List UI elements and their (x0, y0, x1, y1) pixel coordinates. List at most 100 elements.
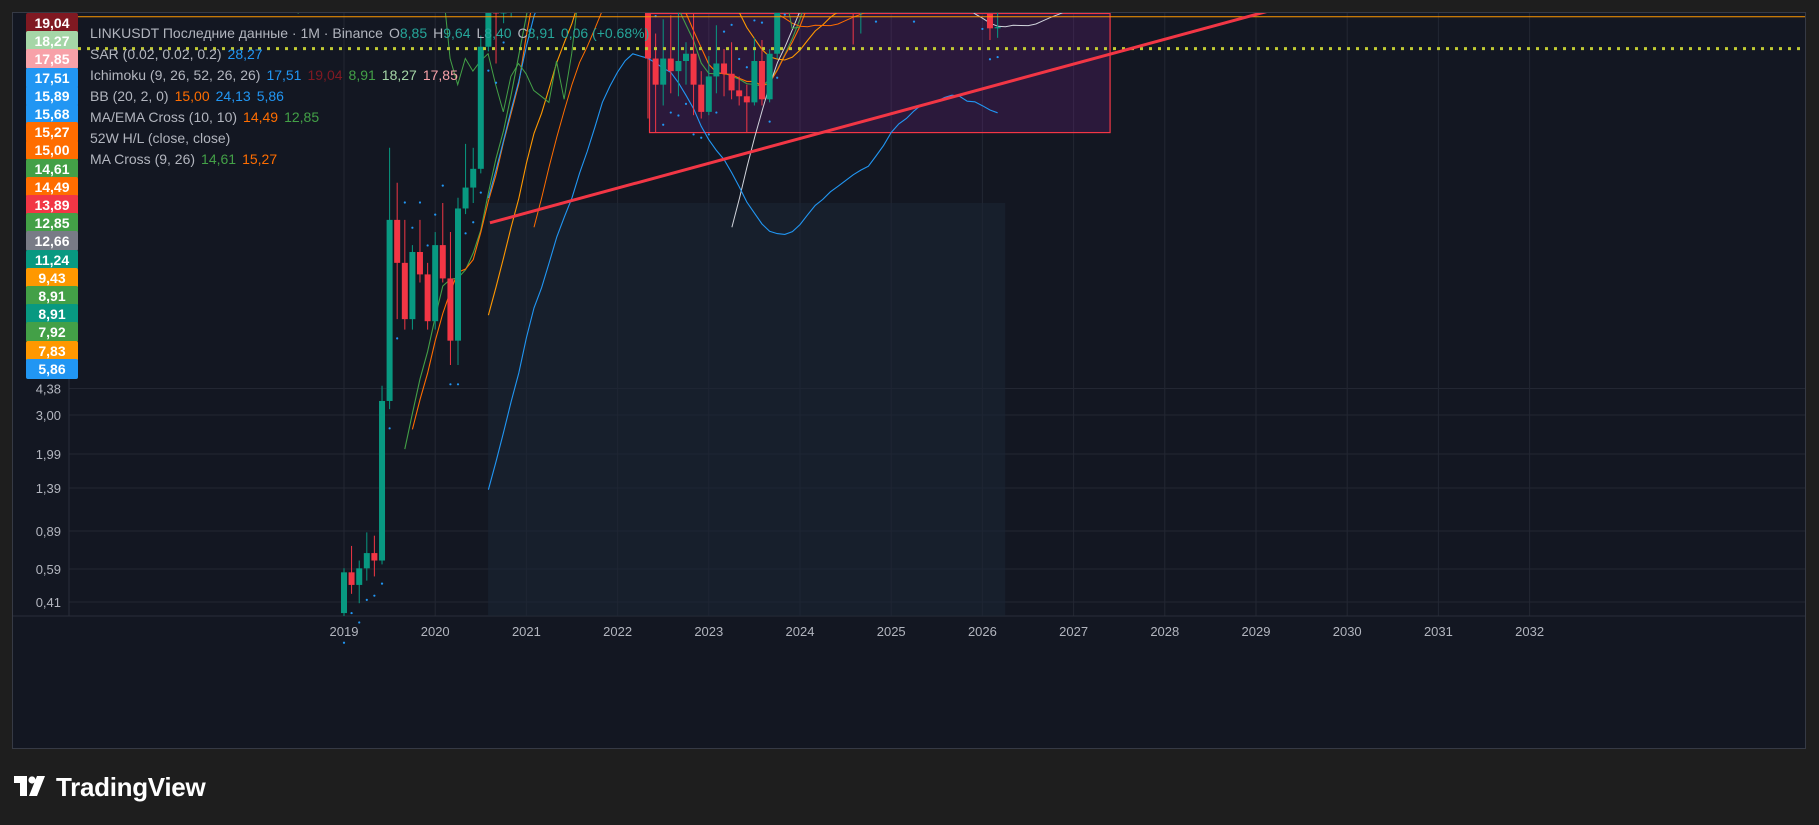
chart-frame[interactable]: 2019 2020 2021 2022 2023 2024 2025 2026 2027 2028… (12, 12, 1806, 749)
price-badge: 13,89 (26, 195, 78, 215)
indicator-name: BB (20, 2, 0) (90, 88, 169, 104)
symbol-info-item: 8,85 (399, 25, 428, 41)
candle-body (728, 73, 735, 91)
candle-body (371, 553, 378, 561)
symbol-info-item: H (433, 25, 444, 41)
indicator-value: 14,61 (201, 151, 237, 167)
price-badge: 12,85 (26, 213, 78, 234)
y-tick-label: 0,41 (36, 595, 61, 610)
symbol-info-row[interactable]: LINKUSDT Последние данные · 1M · Binance… (90, 23, 655, 44)
sar-dot (365, 598, 368, 601)
symbol-info-item: 9,64 (443, 25, 471, 41)
background-shading (488, 203, 1006, 616)
indicator-value: 24,13 (215, 88, 251, 104)
price-badge: 8,91 (26, 304, 78, 325)
candle-body (401, 262, 408, 320)
price-badge: 17,85 (26, 49, 78, 70)
candle-body (447, 278, 454, 341)
price-badge: 7,83 (26, 340, 78, 361)
candle-body (713, 63, 720, 77)
y-tick-label: 4,38 (36, 382, 61, 397)
candle-body (698, 84, 705, 112)
indicator-value: 17,85 (422, 67, 458, 83)
sar-dot (738, 57, 741, 61)
indicator-name: 52W H/L (close, close) (90, 130, 231, 146)
bollinger-fill (488, 203, 1006, 616)
candle-body (470, 168, 477, 188)
indicator-value: 19,04 (307, 67, 343, 83)
indicator-row[interactable]: Ichimoku (9, 26, 52, 26, 26) 17,51 19,04 8,… (90, 65, 655, 86)
indicator-row[interactable]: MA/EMA Cross (10, 10) 14,49 12,85 (90, 107, 655, 128)
price-badge: 14,61 (26, 158, 78, 179)
candle-body (675, 60, 682, 72)
sar-dot (715, 111, 718, 114)
price-badge: 8,91 (26, 286, 78, 306)
symbol-info-item: O (388, 25, 400, 41)
candle-body (424, 274, 431, 322)
sar-dot (669, 111, 672, 114)
candle-body (736, 90, 743, 97)
x-tick-label: 2021 (512, 624, 541, 639)
candle-body (409, 252, 416, 320)
sar-dot (464, 232, 467, 235)
sar-dot (684, 102, 688, 106)
candle-body (462, 187, 469, 209)
candle-body (363, 553, 370, 569)
candle-body (394, 219, 401, 263)
time-axis: 2019 2020 2021 2022 2023 2024 2025 2026 2027 2028… (330, 624, 1545, 639)
sar-dot (776, 76, 779, 79)
candle-body (660, 58, 667, 85)
candle-body (416, 252, 423, 275)
price-axis: 4,38 3,00 1,99 1,39 0,89 0,59 0,41 (36, 382, 61, 611)
candle-body (690, 53, 697, 85)
x-tick-label: 2028 (1150, 624, 1179, 639)
candle-body (341, 572, 347, 614)
sar-dot (342, 641, 346, 644)
sar-dot (411, 226, 414, 229)
indicator-row[interactable]: SAR (0.02, 0.02, 0.2) 28,27 (90, 44, 655, 65)
sar-dot (456, 383, 460, 386)
candle-body (379, 400, 386, 561)
x-tick-label: 2020 (421, 624, 450, 639)
tradingview-brand[interactable]: TradingView (14, 771, 206, 802)
sar-dot (753, 19, 756, 22)
indicator-list: SAR (0.02, 0.02, 0.2) 28,27 Ichimoku (9, 2… (90, 44, 655, 170)
y-tick-label: 0,89 (36, 524, 61, 539)
price-badge: 9,43 (26, 267, 78, 288)
sar-dot (388, 427, 391, 430)
symbol-info-item: 0,06 (+0.68%) (560, 25, 650, 41)
y-tick-label: 1,39 (36, 481, 61, 496)
x-tick-label: 2027 (1059, 624, 1088, 639)
indicator-row[interactable]: 52W H/L (close, close) (90, 128, 655, 149)
candle-body (386, 219, 393, 401)
x-tick-label: 2031 (1424, 624, 1453, 639)
price-badge: 7,92 (26, 322, 78, 343)
indicator-name: MA Cross (9, 26) (90, 151, 196, 167)
x-tick-label: 2025 (877, 624, 906, 639)
sar-dot (472, 221, 475, 224)
candle-body (432, 245, 439, 322)
candle-body (766, 53, 773, 100)
candle-body (721, 63, 728, 74)
indicator-row[interactable]: MA Cross (9, 26) 14,61 15,27 (90, 149, 655, 170)
sar-dot (441, 184, 444, 187)
sar-dot (677, 114, 680, 117)
indicator-value: 17,51 (266, 67, 302, 83)
sar-dot (396, 337, 399, 340)
sar-dot (700, 136, 703, 139)
price-badge: 19,04 (26, 13, 78, 33)
price-badge: 11,24 (26, 249, 78, 270)
indicator-name: SAR (0.02, 0.02, 0.2) (90, 46, 222, 62)
candle-body (455, 208, 461, 341)
indicator-name: MA/EMA Cross (10, 10) (90, 109, 238, 125)
price-badge: 15,27 (26, 122, 78, 143)
indicator-row[interactable]: BB (20, 2, 0) 15,00 24,13 5,86 (90, 86, 655, 107)
sar-dot (434, 213, 437, 216)
indicator-value: 5,86 (256, 88, 284, 104)
candle-body (994, 27, 1001, 29)
indicator-value: 15,27 (242, 151, 278, 167)
sar-dot (479, 191, 482, 194)
sar-dot (692, 133, 695, 136)
x-tick-label: 2026 (968, 624, 997, 639)
brand-name: TradingView (56, 771, 206, 802)
